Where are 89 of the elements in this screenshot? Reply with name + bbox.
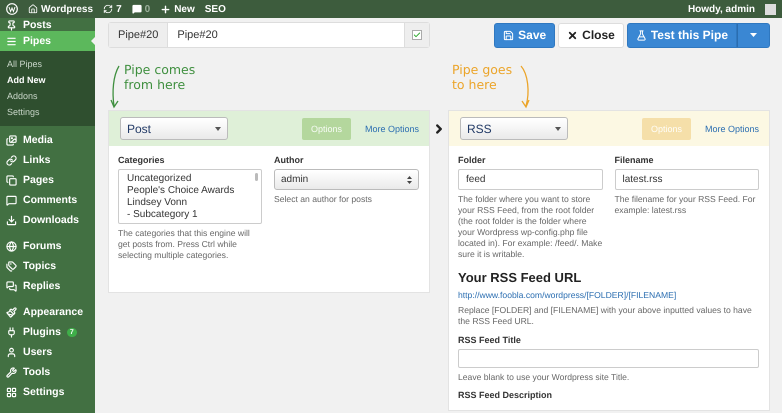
author-select[interactable]: admin <box>274 169 419 190</box>
close-icon <box>567 30 578 40</box>
pipe-id-label: Pipe#20 <box>109 23 168 47</box>
dropdown-caret-button[interactable] <box>737 22 770 48</box>
site-link[interactable]: Wordpress <box>28 4 94 14</box>
sidebar-item[interactable]: Tools <box>0 362 95 382</box>
speech-bubbles-icon <box>6 280 17 292</box>
annotation-text: Pipe comes from here <box>124 62 196 92</box>
pin-icon <box>6 20 17 31</box>
help-text: Leave blank to use your Wordpress site Title. <box>458 372 630 383</box>
curved-arrow <box>518 64 532 110</box>
seo-link[interactable]: SEO <box>204 4 226 14</box>
sidebar-item[interactable]: Topics <box>0 256 95 276</box>
plus-icon <box>160 4 172 14</box>
close-button[interactable]: Close <box>558 22 624 48</box>
caret-icon <box>750 33 757 37</box>
field-label: RSS Feed Title <box>458 335 522 345</box>
submenu-item[interactable]: Addons <box>0 88 95 104</box>
text-field[interactable]: latest.rss <box>614 169 759 190</box>
caret-icon <box>555 126 561 130</box>
home-icon <box>28 4 38 14</box>
help-text: The categories that this engine will get posts from. Press Ctrl while selecting multiple categories. <box>118 228 251 261</box>
link-icon <box>6 154 17 166</box>
section-heading: Your RSS Feed URL <box>458 270 582 285</box>
sidebar-item[interactable]: Comments <box>0 190 95 210</box>
sidebar-item[interactable]: Forums <box>0 236 95 256</box>
submenu-item[interactable]: Settings <box>0 104 95 120</box>
save-button[interactable]: Save <box>494 22 556 48</box>
menu-icon <box>6 36 17 46</box>
list-option[interactable]: - Subcategory 1 <box>127 209 253 221</box>
more-options-link[interactable]: More Options <box>704 124 759 134</box>
submenu-item[interactable]: All Pipes <box>0 56 95 72</box>
images-icon <box>6 134 17 146</box>
flask-icon <box>636 30 647 40</box>
sidebar-item[interactable]: Users <box>0 342 95 362</box>
more-options-link[interactable]: More Options <box>364 124 419 134</box>
pages-icon <box>6 174 17 186</box>
field-label: Filename <box>614 155 655 165</box>
sidebar-item[interactable]: Media <box>0 130 95 150</box>
field-label: RSS Feed Description <box>458 390 554 400</box>
wordpress-logo-icon[interactable] <box>6 3 18 15</box>
sidebar-item[interactable]: Downloads <box>0 210 95 230</box>
new-link[interactable]: New <box>160 4 195 14</box>
type-select[interactable]: RSS <box>460 117 568 140</box>
text-field[interactable] <box>458 349 759 368</box>
comments-link[interactable]: 0 <box>132 4 150 14</box>
help-text: The filename for your RSS Feed. For example: latest.rss <box>614 194 756 216</box>
grid-icon <box>6 386 17 398</box>
list-option[interactable]: Lindsey Vonn <box>127 197 253 209</box>
save-icon <box>503 30 514 40</box>
sidebar-item[interactable]: Posts <box>0 18 95 31</box>
list-option[interactable]: People's Choice Awards <box>127 185 253 197</box>
annotation-text: Pipe goes to here <box>451 62 512 92</box>
paintbrush-icon <box>6 306 17 318</box>
sidebar-item[interactable]: Appearance <box>0 302 95 322</box>
checkbox[interactable] <box>412 30 422 40</box>
feed-url-link[interactable]: http://www.foobla.com/wordpress/[FOLDER]/[FILENAME] <box>458 290 759 300</box>
categories-listbox[interactable]: Uncategorized People's Choice Awards Lindsey Vonn - Subcategory 1 <box>118 169 262 224</box>
title-field[interactable]: Pipe#20 <box>168 23 404 47</box>
sidebar-item[interactable]: Links <box>0 150 95 170</box>
help-text: Select an author for posts <box>274 194 373 205</box>
type-select[interactable]: Post <box>120 117 228 140</box>
field-label: Folder <box>458 155 487 165</box>
download-icon <box>6 214 17 226</box>
text-field[interactable]: feed <box>458 169 602 190</box>
speech-bubble-icon <box>132 4 142 14</box>
user-icon <box>6 346 17 358</box>
submenu-item[interactable]: Add New <box>0 72 95 88</box>
help-text: Replace [FOLDER] and [FILENAME] with your above inputted values to have the RSS Feed URL. <box>458 305 753 327</box>
test-button[interactable]: Test this Pipe <box>626 22 737 48</box>
field-label: Author <box>274 155 304 165</box>
spinner-arrows-icon <box>407 176 412 184</box>
help-text: The folder where you want to store your RSS Feed, from the root folder (the root folder is the folder where your Wordpress wp-config.php file located in). For example: /feed/. Make sure it is writable. <box>458 194 602 260</box>
globe-icon <box>6 240 17 252</box>
greeting-link[interactable]: Howdy, admin <box>688 4 755 14</box>
caret-icon <box>215 126 221 130</box>
field-label: Categories <box>118 155 166 165</box>
sidebar-item[interactable]: Settings <box>0 382 95 402</box>
speech-bubble-icon <box>6 194 17 206</box>
sidebar-item[interactable]: Pages <box>0 170 95 190</box>
plug-icon <box>6 326 17 338</box>
tags-icon <box>6 260 17 272</box>
avatar-icon[interactable] <box>765 4 776 14</box>
list-option[interactable]: Uncategorized <box>127 173 253 185</box>
updates-link[interactable]: 7 <box>103 4 122 14</box>
refresh-icon <box>103 4 114 14</box>
wrench-icon <box>6 366 17 378</box>
curved-arrow <box>110 64 122 110</box>
sidebar-item[interactable]: Replies <box>0 276 95 296</box>
